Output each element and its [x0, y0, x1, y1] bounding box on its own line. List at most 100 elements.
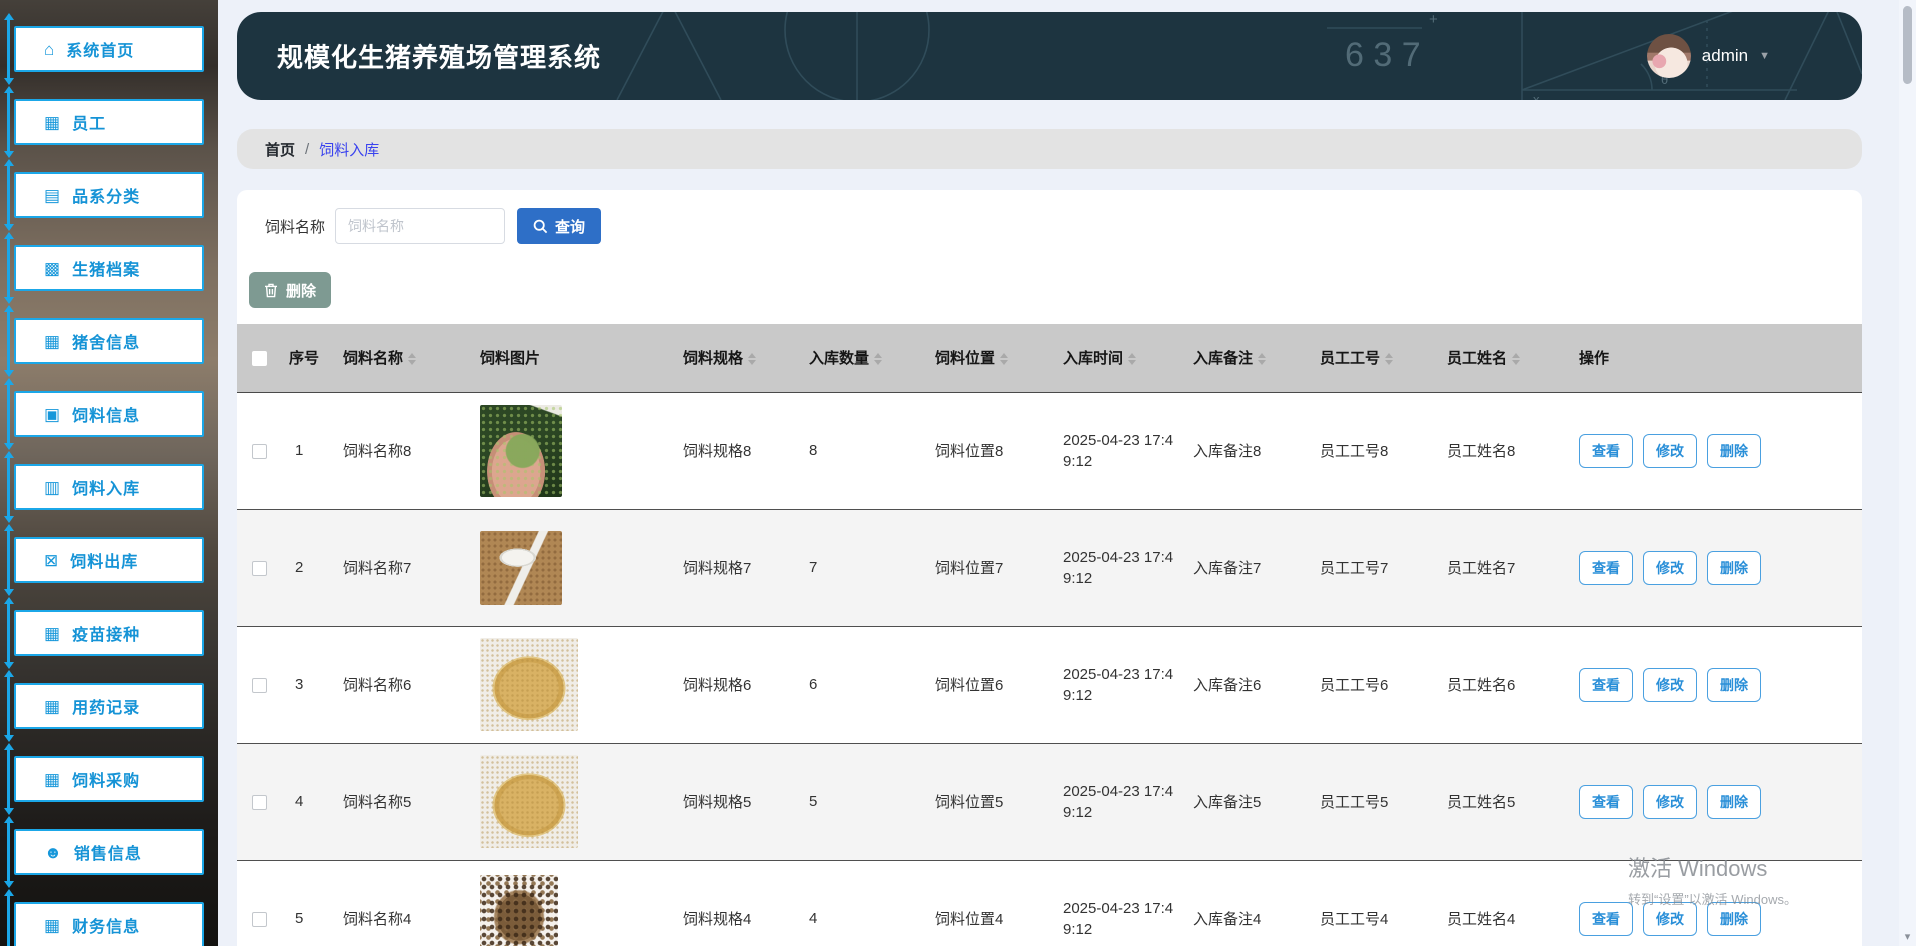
sidebar-item-vaccination[interactable]: 疫苗接种 [4, 597, 204, 669]
avatar [1646, 34, 1691, 78]
grid-icon [44, 333, 60, 350]
delete-row-button[interactable]: 删除 [1707, 550, 1761, 585]
row-checkbox[interactable] [251, 677, 267, 693]
card-icon [44, 479, 60, 496]
scrollbar-thumb[interactable] [1903, 6, 1912, 84]
sketch-border [4, 524, 14, 596]
select-all-checkbox[interactable] [251, 350, 267, 366]
breadcrumb-home[interactable]: 首页 [265, 139, 295, 160]
view-button[interactable]: 查看 [1579, 667, 1633, 702]
row-checkbox[interactable] [251, 911, 267, 927]
category-icon [44, 187, 60, 204]
grid-icon [44, 114, 60, 131]
feed-inbound-table: 序号 饲料名称 饲料图片 饲料规格 入库数量 饲料位置 入库时间 入库备注 员工… [237, 324, 1862, 946]
scrollbar-down-arrow-icon[interactable] [1899, 930, 1916, 943]
sidebar-item-feed-purchase[interactable]: 饲料采购 [4, 743, 204, 815]
edit-button[interactable]: 修改 [1643, 550, 1697, 585]
sort-icon[interactable] [1128, 353, 1137, 366]
sidebar-item-finance-info[interactable]: 财务信息 [4, 889, 204, 946]
search-input[interactable] [335, 208, 506, 244]
cell-inbound-time: 2025-04-23 17:49:12 [1055, 509, 1185, 627]
edit-button[interactable]: 修改 [1643, 667, 1697, 702]
sidebar-item-label: 用药记录 [72, 700, 141, 717]
sidebar-item-medication-records[interactable]: 用药记录 [4, 670, 204, 742]
delete-row-button[interactable]: 删除 [1707, 901, 1761, 936]
sidebar-item-employees[interactable]: 员工 [4, 86, 204, 158]
edit-button[interactable]: 修改 [1643, 433, 1697, 468]
sidebar-item-breed-category[interactable]: 品系分类 [4, 159, 204, 231]
chalk-plus: + [1429, 12, 1438, 28]
sort-icon[interactable] [1385, 353, 1394, 366]
sort-icon[interactable] [1512, 353, 1521, 366]
sidebar-item-label: 销售信息 [73, 846, 142, 863]
sketch-border [4, 86, 14, 158]
search-label: 饲料名称 [265, 218, 326, 236]
row-checkbox[interactable] [251, 443, 267, 459]
view-button[interactable]: 查看 [1579, 433, 1633, 468]
delete-row-button[interactable]: 删除 [1707, 433, 1761, 468]
cell-feed-location: 饲料位置8 [927, 392, 1055, 510]
sidebar-item-label: 猪舍信息 [72, 335, 141, 352]
feed-image [480, 638, 578, 731]
sidebar-item-label: 饲料出库 [70, 554, 139, 571]
view-button[interactable]: 查看 [1579, 901, 1633, 936]
sidebar-item-home[interactable]: 系统首页 [4, 13, 204, 85]
sort-icon[interactable] [1258, 353, 1267, 366]
briefcase-icon [44, 406, 60, 423]
topbar: 6 3 7 + θ x 规模化生猪养殖场管理系统 admin [237, 12, 1862, 100]
edit-button[interactable]: 修改 [1643, 784, 1697, 819]
sketch-border [4, 159, 14, 231]
row-checkbox[interactable] [251, 794, 267, 810]
grid-icon [44, 698, 60, 715]
table-row: 4 饲料名称5 饲料规格5 5 饲料位置5 2025-04-23 17:49:1… [237, 743, 1862, 861]
sidebar-item-label: 饲料采购 [72, 773, 141, 790]
table-header-row: 序号 饲料名称 饲料图片 饲料规格 入库数量 饲料位置 入库时间 入库备注 员工… [237, 324, 1862, 393]
cell-feed-name: 饲料名称5 [335, 743, 472, 861]
breadcrumb-current[interactable]: 饲料入库 [319, 139, 379, 160]
query-button[interactable]: 查询 [517, 208, 602, 244]
grid-icon [44, 917, 60, 934]
sort-icon[interactable] [874, 353, 883, 366]
column-header-inbound-time: 入库时间 [1055, 324, 1185, 393]
query-button-label: 查询 [555, 218, 586, 236]
sort-icon[interactable] [408, 353, 417, 366]
row-checkbox[interactable] [251, 560, 267, 576]
cell-employee-name: 员工姓名4 [1439, 860, 1571, 946]
cell-feed-location: 饲料位置6 [927, 626, 1055, 744]
feed-image [480, 530, 562, 605]
edit-button[interactable]: 修改 [1643, 901, 1697, 936]
sort-icon[interactable] [1000, 353, 1009, 366]
breadcrumb-separator: / [305, 140, 310, 158]
sidebar-item-feed-info[interactable]: 饲料信息 [4, 378, 204, 450]
delete-button[interactable]: 删除 [249, 272, 332, 308]
cell-index: 2 [281, 509, 335, 627]
scrollbar[interactable] [1899, 0, 1916, 946]
cell-employee-name: 员工姓名6 [1439, 626, 1571, 744]
delete-row-button[interactable]: 删除 [1707, 784, 1761, 819]
trash-icon [265, 283, 277, 297]
view-button[interactable]: 查看 [1579, 550, 1633, 585]
feed-image [480, 755, 578, 848]
sidebar-item-feed-inbound[interactable]: 饲料入库 [4, 451, 204, 523]
column-header-feed-location: 饲料位置 [927, 324, 1055, 393]
cell-inbound-remark: 入库备注5 [1185, 743, 1312, 861]
sort-icon[interactable] [748, 353, 757, 366]
sketch-border [4, 305, 14, 377]
cell-employee-name: 员工姓名7 [1439, 509, 1571, 627]
column-header-employee-no: 员工工号 [1312, 324, 1439, 393]
home-icon [44, 41, 54, 58]
table-row: 3 饲料名称6 饲料规格6 6 饲料位置6 2025-04-23 17:49:1… [237, 626, 1862, 744]
sidebar: 系统首页 员工 品系分类 生猪档案 猪舍信息 饲料信息 [0, 0, 218, 946]
table-row: 1 饲料名称8 饲料规格8 8 饲料位置8 2025-04-23 17:49:1… [237, 392, 1862, 510]
cell-feed-spec: 饲料规格4 [675, 860, 801, 946]
sidebar-item-feed-outbound[interactable]: 饲料出库 [4, 524, 204, 596]
sidebar-item-label: 饲料信息 [72, 408, 141, 425]
sidebar-item-pig-archive[interactable]: 生猪档案 [4, 232, 204, 304]
cell-index: 1 [281, 392, 335, 510]
sidebar-item-sales-info[interactable]: 销售信息 [4, 816, 204, 888]
delete-row-button[interactable]: 删除 [1707, 667, 1761, 702]
user-menu[interactable]: admin [1646, 34, 1770, 78]
view-button[interactable]: 查看 [1579, 784, 1633, 819]
sketch-border [4, 670, 14, 742]
sidebar-item-pigsty-info[interactable]: 猪舍信息 [4, 305, 204, 377]
